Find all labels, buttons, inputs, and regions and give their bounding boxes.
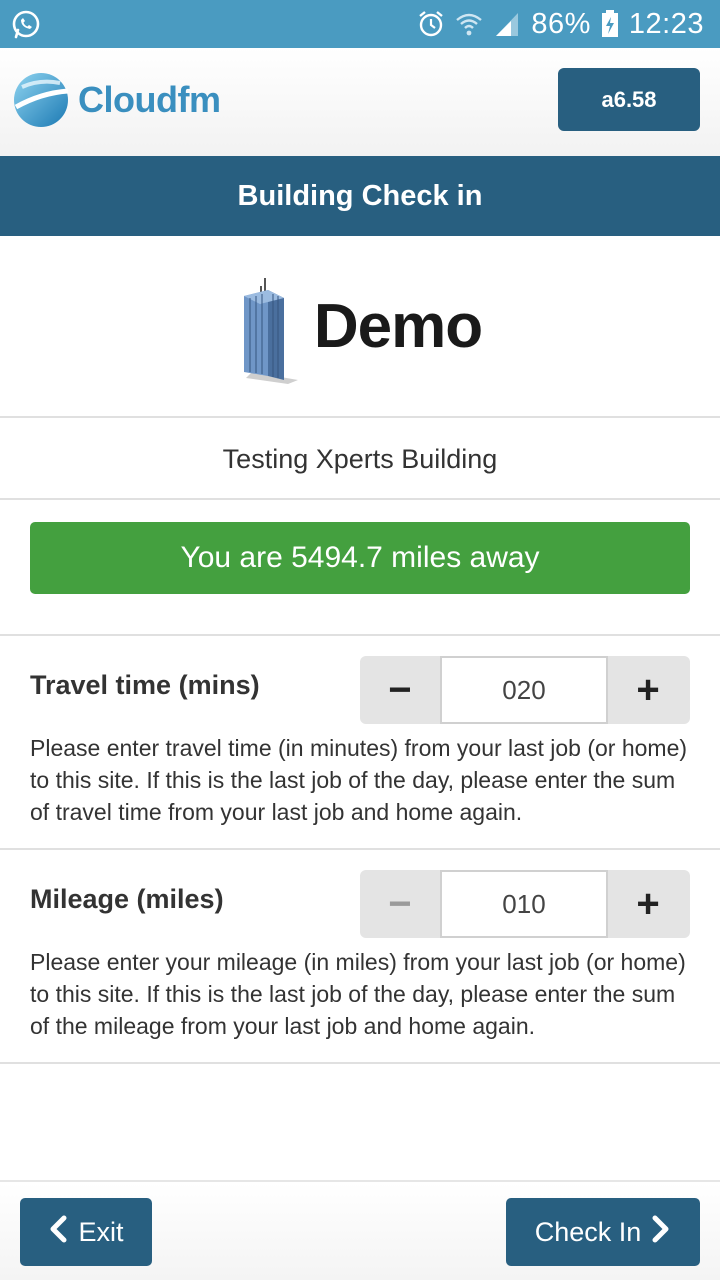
app-header: Cloudfm a6.58	[0, 48, 720, 156]
divider	[0, 634, 720, 636]
whatsapp-icon	[10, 9, 42, 41]
cloudfm-logo: Cloudfm	[12, 68, 242, 132]
mileage-stepper: − 010 +	[360, 870, 690, 938]
building-icon	[243, 278, 298, 384]
signal-icon	[493, 10, 521, 38]
mileage-help: Please enter your mileage (in miles) fro…	[30, 949, 686, 1039]
divider	[0, 848, 720, 850]
battery-charging-icon	[601, 10, 619, 38]
travel-time-decrement-button[interactable]: −	[360, 656, 440, 724]
cloudfm-globe-icon	[14, 73, 69, 127]
wifi-icon	[455, 10, 483, 38]
chevron-right-icon	[651, 1215, 671, 1250]
alarm-icon	[417, 10, 445, 38]
travel-time-stepper: − 020 +	[360, 656, 690, 724]
status-bar: 86% 12:23	[0, 0, 720, 48]
client-logo: Demo	[0, 236, 720, 418]
logo-text: Cloudfm	[78, 79, 221, 120]
clock: 12:23	[628, 7, 704, 40]
mileage-label: Mileage (miles)	[30, 884, 224, 914]
building-name: Testing Xperts Building	[0, 420, 720, 500]
travel-time-help: Please enter travel time (in minutes) fr…	[30, 735, 688, 825]
check-in-button[interactable]: Check In	[506, 1198, 700, 1266]
version-button[interactable]: a6.58	[558, 68, 700, 131]
exit-button[interactable]: Exit	[20, 1198, 152, 1266]
travel-time-label: Travel time (mins)	[30, 670, 260, 700]
mileage-increment-button[interactable]: +	[608, 870, 688, 938]
mileage-input[interactable]: 010	[440, 870, 608, 938]
travel-time-increment-button[interactable]: +	[608, 656, 688, 724]
chevron-left-icon	[48, 1215, 68, 1250]
battery-percent: 86%	[531, 7, 591, 40]
distance-banner: You are 5494.7 miles away	[30, 522, 690, 594]
travel-time-input[interactable]: 020	[440, 656, 608, 724]
bottom-bar: Exit Check In	[0, 1180, 720, 1280]
mileage-decrement-button[interactable]: −	[360, 870, 440, 938]
exit-label: Exit	[78, 1216, 124, 1247]
demo-logo-text: Demo	[313, 291, 483, 361]
check-in-label: Check In	[534, 1216, 642, 1247]
page-title: Building Check in	[0, 156, 720, 236]
divider	[0, 1062, 720, 1064]
